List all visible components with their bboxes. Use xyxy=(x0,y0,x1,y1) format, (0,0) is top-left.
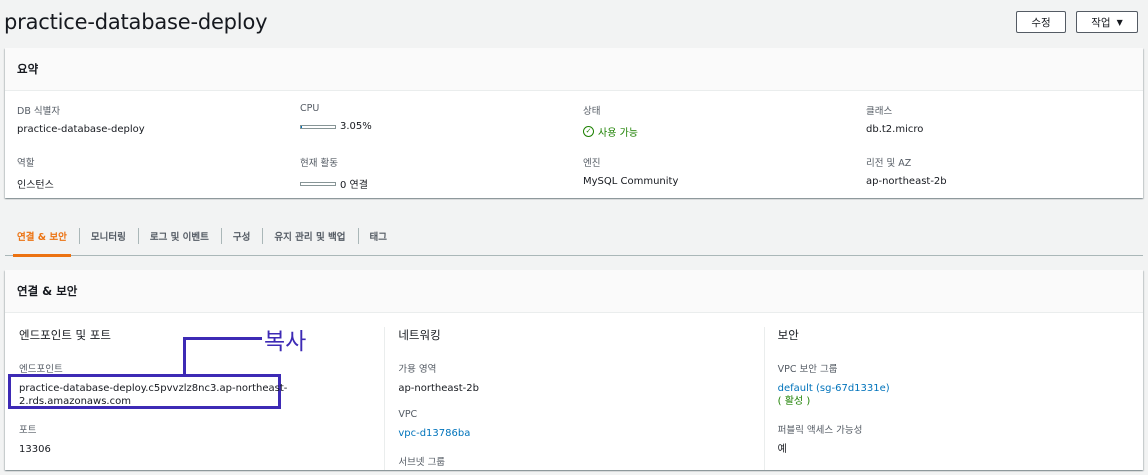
endpoint-line-1: practice-database-deploy.c5pvvzlz8nc3.ap… xyxy=(19,383,288,394)
current-activity: 현재 활동 0 연결 xyxy=(300,155,583,191)
cpu: CPU 3.05% xyxy=(300,103,583,139)
vpc-link[interactable]: vpc-d13786ba xyxy=(398,427,763,440)
security-group-value: default (sg-67d1331e) ( 활성 ) xyxy=(778,382,1143,408)
security-group-link[interactable]: default (sg-67d1331e) xyxy=(778,383,890,394)
status-value: 사용 가능 xyxy=(598,128,638,139)
annotation-label: 복사 xyxy=(264,329,307,355)
page-header: practice-database-deploy 수정 작업 ▼ xyxy=(0,0,1148,44)
public-access-label: 퍼블릭 액세스 가능성 xyxy=(777,425,863,436)
connectivity-title: 연결 & 보안 xyxy=(5,270,1143,313)
annotation-connector-vertical xyxy=(183,337,186,375)
az-value: ap-northeast-2b xyxy=(398,383,479,394)
tab-logs-events[interactable]: 로그 및 이벤트 xyxy=(137,216,221,256)
caret-down-icon: ▼ xyxy=(1116,17,1123,27)
db-identifier-value: practice-database-deploy xyxy=(17,124,145,135)
cpu-meter xyxy=(300,124,336,129)
header-actions: 수정 작업 ▼ xyxy=(1016,11,1138,33)
activity-meter xyxy=(300,181,336,186)
cpu-meter-fill xyxy=(301,125,303,128)
port-value: 13306 xyxy=(19,444,51,455)
connectivity-columns: 엔드포인트 및 포트 엔드포인트 practice-database-deplo… xyxy=(5,327,1143,475)
page-title: practice-database-deploy xyxy=(4,10,268,34)
connectivity-panel: 연결 & 보안 엔드포인트 및 포트 엔드포인트 practice-databa… xyxy=(5,270,1143,470)
security-group-status: ( 활성 ) xyxy=(777,396,811,407)
endpoint-value[interactable]: practice-database-deploy.c5pvvzlz8nc3.ap… xyxy=(19,382,384,408)
endpoint-line-2: 2.rds.amazonaws.com xyxy=(19,396,131,407)
security-section: 보안 VPC 보안 그룹 default (sg-67d1331e) ( 활성 … xyxy=(763,327,1143,475)
role: 역할 인스턴스 xyxy=(17,155,300,191)
networking-section-title: 네트워킹 xyxy=(398,328,441,342)
port-label: 포트 xyxy=(19,425,37,436)
endpoint-section-title: 엔드포인트 및 포트 xyxy=(19,328,111,342)
az-field: 가용 영역 ap-northeast-2b xyxy=(398,361,763,395)
tab-configuration[interactable]: 구성 xyxy=(220,216,262,256)
annotation-connector-horizontal xyxy=(183,337,262,340)
endpoint-label: 엔드포인트 xyxy=(19,364,63,375)
endpoint-port-section: 엔드포인트 및 포트 엔드포인트 practice-database-deplo… xyxy=(5,327,384,475)
edit-button-label: 수정 xyxy=(1031,16,1051,29)
port-field: 포트 13306 xyxy=(19,422,384,456)
activity-value-row: 0 연결 xyxy=(300,176,583,191)
db-identifier: DB 식별자 practice-database-deploy xyxy=(17,103,300,139)
instance-class: 클래스 db.t2.micro xyxy=(866,103,1136,139)
class-label: 클래스 xyxy=(866,106,893,117)
public-access-value: 예 xyxy=(777,444,787,455)
summary-grid: DB 식별자 practice-database-deploy CPU 3.05… xyxy=(17,103,1143,191)
engine-label: 엔진 xyxy=(583,158,601,169)
az-label: 가용 영역 xyxy=(398,364,437,375)
detail-tabs: 연결 & 보안 모니터링 로그 및 이벤트 구성 유지 관리 및 백업 태그 xyxy=(5,216,1143,257)
actions-button-label: 작업 xyxy=(1091,16,1111,29)
engine: 엔진 MySQL Community xyxy=(583,155,866,191)
summary-panel: 요약 DB 식별자 practice-database-deploy CPU 3… xyxy=(5,48,1143,198)
security-section-title: 보안 xyxy=(777,328,799,342)
endpoint-field: 엔드포인트 practice-database-deploy.c5pvvzlz8… xyxy=(19,361,384,408)
check-circle-icon: ✓ xyxy=(583,126,594,137)
class-value: db.t2.micro xyxy=(866,124,924,135)
tab-connectivity-security[interactable]: 연결 & 보안 xyxy=(5,216,79,257)
security-group-field: VPC 보안 그룹 default (sg-67d1331e) ( 활성 ) xyxy=(778,361,1143,408)
region-az: 리전 및 AZ ap-northeast-2b xyxy=(866,155,1136,191)
status-value-row: ✓ 사용 가능 xyxy=(583,124,866,139)
cpu-value: 3.05% xyxy=(340,121,372,132)
status: 상태 ✓ 사용 가능 xyxy=(583,103,866,139)
vpc-label: VPC xyxy=(398,409,418,420)
activity-label: 현재 활동 xyxy=(300,158,338,169)
tab-tags[interactable]: 태그 xyxy=(357,216,399,256)
security-group-label: VPC 보안 그룹 xyxy=(777,364,838,375)
role-value: 인스턴스 xyxy=(17,180,54,191)
tab-maintenance-backups[interactable]: 유지 관리 및 백업 xyxy=(262,216,357,256)
db-identifier-label: DB 식별자 xyxy=(17,106,61,117)
subnet-field: 서브넷 그룹 xyxy=(398,454,763,468)
tab-monitoring[interactable]: 모니터링 xyxy=(78,216,138,256)
cpu-label: CPU xyxy=(300,103,320,114)
region-value: ap-northeast-2b xyxy=(866,176,947,187)
vpc-field: VPC vpc-d13786ba xyxy=(398,409,763,440)
region-label: 리전 및 AZ xyxy=(866,158,912,169)
actions-dropdown-button[interactable]: 작업 ▼ xyxy=(1076,11,1138,33)
subnet-label: 서브넷 그룹 xyxy=(398,457,446,468)
status-label: 상태 xyxy=(583,106,601,117)
networking-section: 네트워킹 가용 영역 ap-northeast-2b VPC vpc-d1378… xyxy=(384,327,763,475)
edit-button[interactable]: 수정 xyxy=(1016,11,1066,33)
public-access-field: 퍼블릭 액세스 가능성 예 xyxy=(778,422,1143,456)
activity-value: 0 연결 xyxy=(340,180,368,191)
role-label: 역할 xyxy=(17,158,35,169)
engine-value: MySQL Community xyxy=(583,176,679,187)
summary-title: 요약 xyxy=(5,48,1143,91)
cpu-value-row: 3.05% xyxy=(300,121,583,132)
